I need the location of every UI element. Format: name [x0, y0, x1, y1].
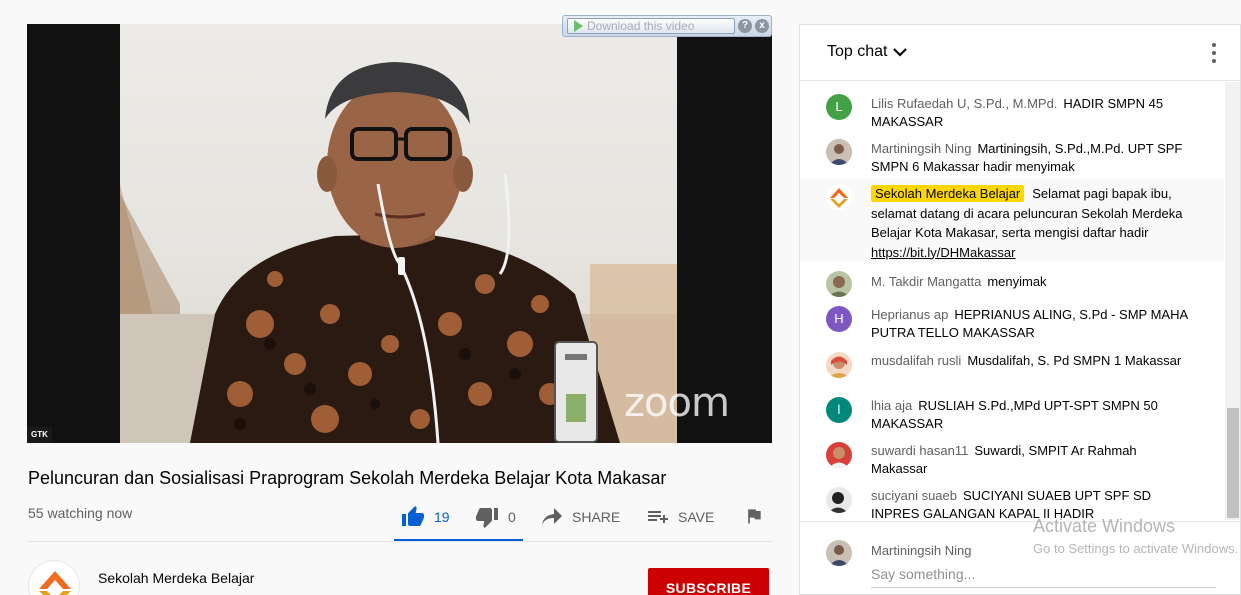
- youtube-live-page: GTK zoom Download this video ? x Peluncu…: [0, 0, 1241, 595]
- chat-message: l lhia aja RUSLIAH S.Pd.,MPd UPT-SPT SMPN…: [800, 391, 1224, 435]
- chat-message-body: lhia aja RUSLIAH S.Pd.,MPd UPT-SPT SMPN 5…: [871, 397, 1191, 433]
- playlist-add-icon: [648, 511, 668, 523]
- subscribe-button[interactable]: SUBSCRIBE: [648, 568, 769, 595]
- chat-author-owner-badge[interactable]: Sekolah Merdeka Belajar: [871, 185, 1025, 202]
- chat-author[interactable]: musdalifah rusli: [871, 353, 961, 368]
- share-button[interactable]: SHARE: [540, 505, 620, 529]
- chat-message-pinned-owner: Sekolah Merdeka Belajar Selamat pagi bapa…: [800, 178, 1224, 262]
- avatar[interactable]: [826, 487, 852, 513]
- chat-message: musdalifah rusli Musdalifah, S. Pd SMPN 1…: [800, 346, 1224, 390]
- like-button[interactable]: 19: [400, 505, 450, 529]
- chat-message-body: Sekolah Merdeka Belajar Selamat pagi bapa…: [871, 184, 1191, 262]
- avatar[interactable]: [826, 271, 852, 297]
- download-video-button[interactable]: Download this video: [567, 18, 735, 34]
- play-icon: [574, 20, 583, 32]
- channel-name[interactable]: Sekolah Merdeka Belajar: [98, 570, 254, 586]
- flag-icon: [748, 509, 761, 524]
- chat-message: Martiningsih Ning Martiningsih, S.Pd.,M.P…: [800, 132, 1224, 176]
- current-user-name: Martiningsih Ning: [871, 543, 972, 558]
- chat-message-body: M. Takdir Mangatta menyimak: [871, 273, 1191, 291]
- save-label: SAVE: [678, 509, 715, 525]
- zoom-watermark: zoom: [624, 380, 730, 426]
- download-video-bar: Download this video ? x: [562, 15, 772, 37]
- thumbs-up-icon: [402, 506, 424, 526]
- chat-message-body: suwardi hasan11 Suwardi, SMPIT Ar Rahmah …: [871, 442, 1191, 478]
- save-button[interactable]: SAVE: [646, 505, 714, 529]
- avatar[interactable]: L: [826, 94, 852, 120]
- chat-message: suwardi hasan11 Suwardi, SMPIT Ar Rahmah …: [800, 436, 1224, 480]
- report-button[interactable]: [744, 505, 764, 527]
- chat-author[interactable]: Martiningsih Ning: [871, 141, 971, 156]
- chat-author[interactable]: Heprianus ap: [871, 307, 948, 322]
- avatar[interactable]: l: [826, 397, 852, 423]
- chat-mode-label: Top chat: [827, 43, 888, 60]
- chat-message-list[interactable]: L Lilis Rufaedah U, S.Pd., M.MPd. HADIR S…: [800, 82, 1224, 520]
- participant-label: GTK: [27, 427, 52, 443]
- chat-header: Top chat: [800, 25, 1240, 81]
- chat-text: Musdalifah, S. Pd SMPN 1 Makassar: [967, 353, 1182, 368]
- share-arrow-icon: [542, 508, 562, 525]
- chat-scrollbar[interactable]: [1225, 82, 1240, 520]
- avatar[interactable]: [826, 139, 852, 165]
- thumbs-down-icon: [476, 508, 498, 528]
- chat-author[interactable]: lhia aja: [871, 398, 912, 413]
- channel-logo-icon: [830, 188, 848, 208]
- share-label: SHARE: [572, 509, 621, 525]
- avatar[interactable]: [826, 184, 852, 210]
- channel-avatar[interactable]: [28, 560, 80, 595]
- watching-count: 55 watching now: [28, 505, 133, 521]
- chevron-down-icon: [893, 48, 908, 57]
- chat-message-body: Martiningsih Ning Martiningsih, S.Pd.,M.P…: [871, 140, 1191, 176]
- chat-mode-dropdown[interactable]: Top chat: [827, 43, 908, 61]
- more-options-icon[interactable]: [1212, 43, 1216, 63]
- chat-text: RUSLIAH S.Pd.,MPd UPT-SPT SMPN 50 MAKASS…: [871, 398, 1158, 431]
- user-photo-icon: [826, 540, 852, 566]
- channel-logo-icon: [39, 571, 71, 595]
- chat-message: H Heprianus ap HEPRIANUS ALING, S.Pd - SM…: [800, 300, 1224, 344]
- user-photo-icon: [826, 139, 852, 165]
- video-player[interactable]: GTK zoom: [27, 24, 772, 443]
- help-icon[interactable]: ?: [738, 19, 752, 33]
- speaker-image: [120, 62, 677, 443]
- avatar[interactable]: [826, 352, 852, 378]
- user-photo-icon: [826, 271, 852, 297]
- like-count: 19: [434, 509, 450, 525]
- download-video-label: Download this video: [587, 19, 695, 33]
- chat-message: M. Takdir Mangatta menyimak: [800, 265, 1224, 297]
- chat-text: menyimak: [987, 274, 1047, 289]
- close-icon[interactable]: x: [755, 19, 769, 33]
- user-photo-icon: [826, 442, 852, 468]
- dislike-count: 0: [508, 509, 516, 525]
- chat-message-body: suciyani suaeb SUCIYANI SUAEB UPT SPF SD …: [871, 487, 1191, 520]
- chat-message: suciyani suaeb SUCIYANI SUAEB UPT SPF SD …: [800, 481, 1224, 520]
- video-frame: [120, 24, 677, 443]
- chat-message-body: Lilis Rufaedah U, S.Pd., M.MPd. HADIR SMP…: [871, 95, 1191, 131]
- live-chat-panel: Top chat L Lilis Rufaedah U, S.Pd., M.MP…: [799, 24, 1241, 595]
- current-user-avatar: [826, 540, 852, 566]
- chat-link[interactable]: https://bit.ly/DHMakassar: [871, 245, 1016, 260]
- chat-input[interactable]: Say something...: [871, 566, 1216, 588]
- divider: [28, 541, 772, 542]
- chat-author[interactable]: suwardi hasan11: [871, 443, 968, 458]
- chat-message-body: Heprianus ap HEPRIANUS ALING, S.Pd - SMP …: [871, 306, 1191, 342]
- chat-author[interactable]: Lilis Rufaedah U, S.Pd., M.MPd.: [871, 96, 1057, 111]
- chat-message-body: musdalifah rusli Musdalifah, S. Pd SMPN 1…: [871, 352, 1191, 370]
- avatar[interactable]: [826, 442, 852, 468]
- user-photo-icon: [826, 487, 852, 513]
- avatar[interactable]: H: [826, 306, 852, 332]
- chat-author[interactable]: suciyani suaeb: [871, 488, 957, 503]
- chat-author[interactable]: M. Takdir Mangatta: [871, 274, 981, 289]
- user-photo-icon: [826, 352, 852, 378]
- dislike-button[interactable]: 0: [474, 505, 516, 529]
- chat-composer: Martiningsih Ning Say something...: [800, 521, 1240, 594]
- chat-scrollbar-thumb[interactable]: [1227, 408, 1239, 518]
- chat-message: L Lilis Rufaedah U, S.Pd., M.MPd. HADIR S…: [800, 88, 1224, 131]
- video-title: Peluncuran dan Sosialisasi Praprogram Se…: [28, 468, 667, 488]
